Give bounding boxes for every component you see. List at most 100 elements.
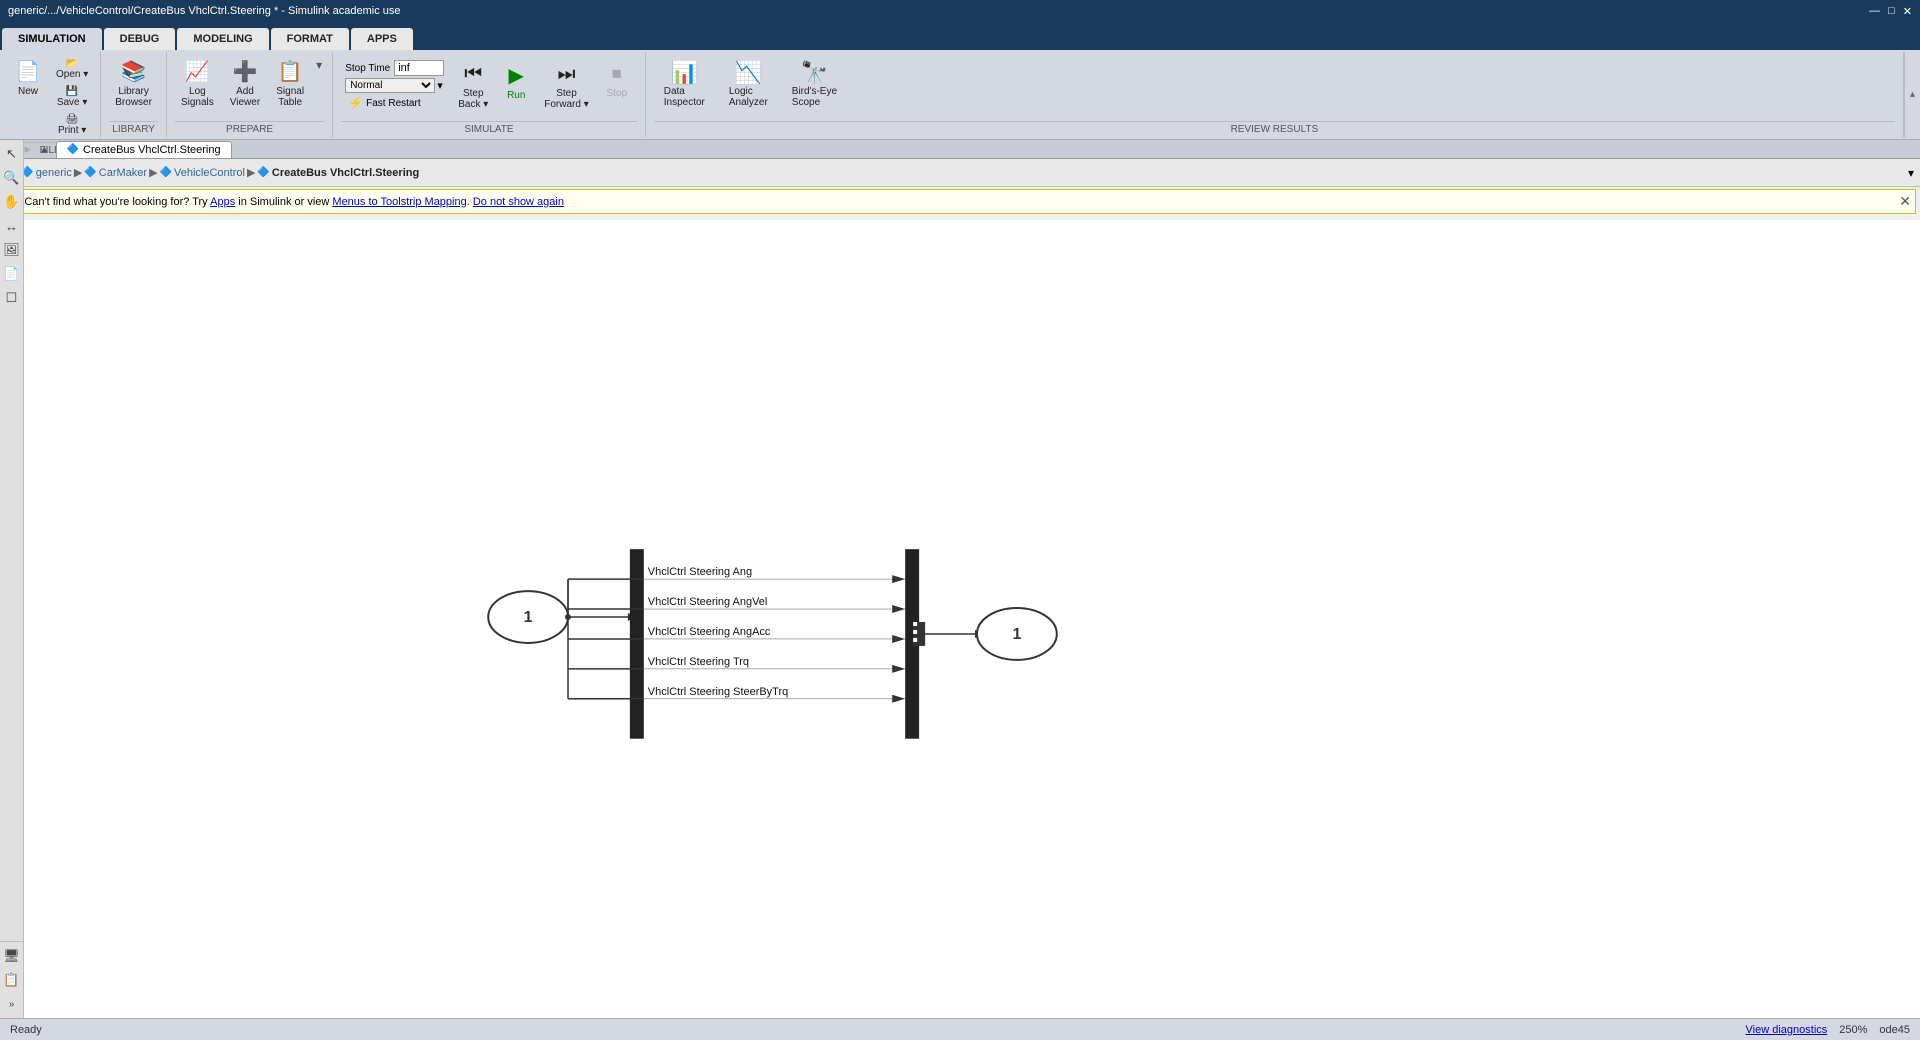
sidebar-rect-tool[interactable]: ☐: [2, 288, 22, 308]
left-sidebar: ↖ 🔍 ✋ ↔ 🖼 📄 ☐: [0, 140, 24, 1018]
close-button[interactable]: ✕: [1903, 5, 1912, 18]
mux-port-2: [913, 630, 917, 634]
signal-arrow-2: [892, 605, 905, 613]
ribbon-section-review: 📊 DataInspector 📉 LogicAnalyzer 🔭 Bird's…: [646, 52, 1904, 137]
expand-button[interactable]: ▾: [314, 56, 324, 74]
ribbon-collapse-button[interactable]: ▴: [1904, 52, 1920, 137]
output-block-label: 1: [1012, 626, 1021, 643]
breadcrumb-vehiclecontrol[interactable]: 🔷 VehicleControl: [160, 167, 245, 179]
bottom-sidebar-expand[interactable]: »: [2, 994, 22, 1014]
birds-eye-scope-button[interactable]: 🔭 Bird's-EyeScope: [782, 56, 847, 112]
birds-eye-icon: 🔭: [801, 60, 828, 86]
diagram-canvas: 1 VhclCtrl Steering Ang VhclCtrl Steerin…: [24, 220, 1920, 1018]
save-label: Save ▾: [57, 97, 88, 108]
navbar: ◉ 🔷 generic ▶ 🔷 CarMaker ▶ 🔷 VehicleCont…: [0, 159, 1920, 187]
breadcrumb-createbus-label: CreateBus VhclCtrl.Steering: [272, 167, 419, 179]
library-icon: 📚: [121, 59, 146, 84]
stop-time-area: Stop Time Normal Accelerator Rapid Accel…: [341, 56, 448, 115]
tab-simulation[interactable]: SIMULATION: [2, 28, 102, 50]
sidebar-zoom-tool[interactable]: 🔍: [2, 168, 22, 188]
breadcrumb-carmaker-label: CarMaker: [99, 167, 147, 179]
editor-tab-label: CreateBus VhclCtrl.Steering: [83, 144, 221, 156]
new-button[interactable]: 📄 New: [8, 56, 48, 100]
sidebar-select-tool[interactable]: ↖: [2, 144, 22, 164]
step-back-button[interactable]: ⏮ StepBack ▾: [452, 60, 494, 113]
minimize-button[interactable]: —: [1869, 5, 1880, 18]
print-label: Print ▾: [58, 125, 86, 136]
apps-link[interactable]: Apps: [210, 196, 235, 208]
signal-table-button[interactable]: 📋 SignalTable: [270, 56, 310, 111]
logic-analyzer-button[interactable]: 📉 LogicAnalyzer: [719, 56, 778, 112]
review-section-label: REVIEW RESULTS: [654, 121, 1895, 137]
editor-tab-createbus[interactable]: 🔷 CreateBus VhclCtrl.Steering: [56, 141, 232, 158]
sidebar-annotation-tool[interactable]: 🖼: [2, 240, 22, 260]
bottom-sidebar-icon2[interactable]: 📋: [2, 970, 22, 990]
mode-dropdown-icon[interactable]: ▾: [437, 79, 443, 92]
sidebar-area-tool[interactable]: 📄: [2, 264, 22, 284]
signal-arrow-3: [892, 635, 905, 643]
library-section-label: LIBRARY: [109, 121, 158, 137]
breadcrumb-generic[interactable]: 🔷 generic: [21, 167, 72, 179]
infobar-close-button[interactable]: ✕: [1899, 193, 1911, 210]
open-button[interactable]: 📂 Open ▾: [52, 56, 92, 82]
add-viewer-icon: ➕: [233, 59, 258, 84]
breadcrumb-createbus: 🔷 CreateBus VhclCtrl.Steering: [257, 167, 419, 179]
logic-analyzer-icon: 📉: [735, 60, 762, 86]
nav-up-button[interactable]: ▴: [37, 140, 52, 158]
step-forward-button[interactable]: ⏭ StepForward ▾: [538, 60, 594, 113]
input-block-label: 1: [524, 609, 533, 626]
view-diagnostics-link[interactable]: View diagnostics: [1746, 1024, 1828, 1036]
library-browser-button[interactable]: 📚 LibraryBrowser: [109, 56, 158, 111]
fast-restart-button[interactable]: ⚡ Fast Restart: [345, 95, 444, 111]
data-inspector-icon: 📊: [671, 60, 698, 86]
data-inspector-label: DataInspector: [664, 86, 705, 108]
tab-format[interactable]: FORMAT: [271, 28, 349, 50]
signal-label-4: VhclCtrl Steering Trq: [648, 656, 749, 668]
tab-apps[interactable]: APPS: [351, 28, 413, 50]
print-button[interactable]: 🖨 Print ▾: [52, 112, 92, 138]
run-button[interactable]: ▶ Run: [496, 60, 536, 104]
run-label: Run: [507, 90, 525, 101]
titlebar: generic/.../VehicleControl/CreateBus Vhc…: [0, 0, 1920, 22]
fast-restart-icon: ⚡: [348, 96, 363, 110]
infobar-text: Can't find what you're looking for? Try …: [24, 196, 564, 208]
data-inspector-button[interactable]: 📊 DataInspector: [654, 56, 715, 112]
run-icon: ▶: [509, 63, 524, 88]
status-text: Ready: [10, 1024, 42, 1036]
add-viewer-button[interactable]: ➕ AddViewer: [224, 56, 266, 111]
menus-mapping-link[interactable]: Menus to Toolstrip Mapping: [332, 196, 466, 208]
print-icon: 🖨: [66, 114, 79, 125]
open-save-print-group: 📂 Open ▾ 💾 Save ▾ 🖨 Print ▾: [52, 56, 92, 138]
editor-tab-icon: 🔷: [67, 144, 79, 155]
save-button[interactable]: 💾 Save ▾: [52, 84, 92, 110]
simulation-mode-select[interactable]: Normal Accelerator Rapid Accelerator: [345, 78, 435, 93]
sidebar-connect-tool[interactable]: ↔: [2, 216, 22, 236]
open-label: Open ▾: [56, 69, 88, 80]
signal-table-label: SignalTable: [276, 86, 304, 108]
maximize-button[interactable]: □: [1888, 5, 1895, 18]
do-not-show-link[interactable]: Do not show again: [473, 196, 564, 208]
stop-button[interactable]: ⏹ Stop: [597, 60, 637, 102]
bottom-sidebar-icon1[interactable]: 🖥: [2, 946, 22, 966]
zoom-level: 250%: [1839, 1024, 1867, 1036]
infobar: ℹ Can't find what you're looking for? Tr…: [4, 189, 1916, 214]
log-signals-label: LogSignals: [181, 86, 214, 108]
breadcrumb-createbus-icon: 🔷: [257, 167, 269, 178]
ribbon-section-library: 📚 LibraryBrowser LIBRARY: [101, 52, 167, 137]
open-icon: 📂: [66, 58, 78, 69]
tab-modeling[interactable]: MODELING: [177, 28, 268, 50]
sidebar-hand-tool[interactable]: ✋: [2, 192, 22, 212]
collapse-breadcrumb-button[interactable]: ▾: [1908, 166, 1914, 180]
stop-time-input[interactable]: [394, 60, 444, 76]
breadcrumb-carmaker[interactable]: 🔷 CarMaker: [84, 167, 147, 179]
new-icon: 📄: [16, 59, 41, 84]
ribbon-section-file: 📄 New 📂 Open ▾ 💾 Save ▾ 🖨 Print ▾ FILE: [0, 52, 101, 137]
editor-tabs-row: ◂ ▸ ▴ 🔷 CreateBus VhclCtrl.Steering: [0, 140, 1920, 159]
ribbon-section-simulate: Stop Time Normal Accelerator Rapid Accel…: [333, 52, 646, 137]
log-signals-button[interactable]: 📈 LogSignals: [175, 56, 220, 111]
add-viewer-label: AddViewer: [230, 86, 260, 108]
breadcrumb: 🔷 generic ▶ 🔷 CarMaker ▶ 🔷 VehicleContro…: [21, 166, 419, 179]
breadcrumb-vehiclecontrol-label: VehicleControl: [174, 167, 245, 179]
birds-eye-label: Bird's-EyeScope: [792, 86, 837, 108]
tab-debug[interactable]: DEBUG: [104, 28, 176, 50]
